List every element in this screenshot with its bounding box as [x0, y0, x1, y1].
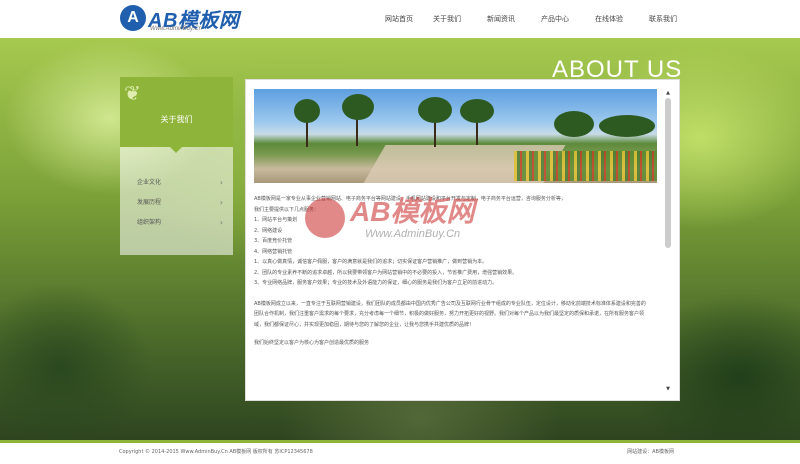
- scrollbar-thumb[interactable]: [665, 98, 671, 248]
- text-line: AB模板网是一家专业从事企业营销网站、电子商务平台等网站建设、手机网站建设和平台…: [254, 196, 566, 202]
- text-line: 2、网络建设: [254, 227, 283, 234]
- sidebar-item-history[interactable]: 发展历程 ›: [120, 193, 233, 213]
- nav-item-news[interactable]: 新闻资讯: [487, 0, 515, 38]
- tree: [460, 99, 494, 123]
- tree: [599, 115, 655, 137]
- sidebar-title: 关于我们: [160, 115, 193, 124]
- sidebar-item-culture[interactable]: 企业文化 ›: [120, 173, 233, 193]
- text-line: 我们主要提供以下几点服务：: [254, 206, 320, 213]
- floral-ornament-icon: ❦: [124, 81, 141, 105]
- site-logo[interactable]: A AB模板网 Www.AdminBuy.Cn: [120, 4, 260, 34]
- text-line: 1、以真心做真情，诚信客户佩服，客户的满意就是我们的追求；切实保证客户营销推广，…: [254, 259, 488, 265]
- nav-item-products[interactable]: 产品中心: [541, 0, 569, 38]
- scroll-up-icon[interactable]: ▲: [665, 90, 671, 96]
- sidebar-header: ❦ 关于我们: [120, 77, 233, 153]
- site-header: A AB模板网 Www.AdminBuy.Cn 网站首页 关于我们 新闻资讯 产…: [0, 0, 800, 38]
- tree: [418, 97, 452, 123]
- nav-item-about[interactable]: 关于我们: [433, 0, 461, 38]
- nav-item-contact[interactable]: 联系我们: [649, 0, 677, 38]
- sidebar-item-label: 企业文化: [137, 179, 162, 186]
- footer-copyright: Copyright © 2014-2015 Www.AdminBuy.Cn AB…: [119, 449, 313, 455]
- sidebar-pointer-icon: [170, 147, 182, 153]
- text-line: 1、网站平台与策划: [254, 217, 298, 223]
- main-nav: 网站首页 关于我们 新闻资讯 产品中心 在线体验 联系我们: [385, 0, 703, 38]
- tree: [554, 111, 594, 137]
- site-footer: Copyright © 2014-2015 Www.AdminBuy.Cn AB…: [0, 440, 800, 464]
- content-panel: AB模板网是一家专业从事企业营销网站、电子商务平台等网站建设、手机网站建设和平台…: [245, 79, 680, 401]
- footer-credit[interactable]: 网站建设：AB模板网: [627, 448, 674, 455]
- text-line: 3、百度竞价托管: [254, 238, 293, 244]
- tree: [294, 99, 320, 123]
- text-paragraph: AB模板网成立以来，一直专注于互联网营销建设，我们团队的成员都由中国内优秀广告公…: [254, 300, 646, 328]
- tree: [342, 94, 374, 120]
- text-line: 我们始终坚定以客户为核心为客户创造最优质的服务: [254, 340, 370, 346]
- sidebar-item-structure[interactable]: 组织架构 ›: [120, 213, 233, 233]
- sidebar-item-label: 组织架构: [137, 219, 162, 226]
- panorama-photo: [254, 89, 657, 183]
- flower-bed: [514, 151, 657, 181]
- text-line: 4、网络营销托管: [254, 248, 293, 255]
- sidebar: ❦ 关于我们 企业文化 › 发展历程 › 组织架构 ›: [120, 77, 233, 255]
- tree-trunk: [306, 119, 308, 147]
- logo-subtitle: Www.AdminBuy.Cn: [150, 26, 202, 32]
- nav-item-home[interactable]: 网站首页: [385, 0, 413, 38]
- text-line: 2、团队的专业素养不断的追求卓越，所以我要带领客户为网站营销中的不必要的投入，节…: [254, 269, 518, 276]
- scroll-down-icon[interactable]: ▼: [665, 386, 671, 392]
- chevron-right-icon: ›: [219, 178, 223, 187]
- chevron-right-icon: ›: [219, 218, 223, 227]
- nav-item-demo[interactable]: 在线体验: [595, 0, 623, 38]
- logo-mark-icon: A: [120, 5, 146, 31]
- chevron-right-icon: ›: [219, 198, 223, 207]
- about-text: AB模板网是一家专业从事企业营销网站、电子商务平台等网站建设、手机网站建设和平台…: [254, 194, 649, 349]
- sidebar-item-label: 发展历程: [137, 199, 162, 206]
- scrollbar[interactable]: ▲ ▼: [665, 90, 671, 392]
- sidebar-list: 企业文化 › 发展历程 › 组织架构 ›: [120, 147, 233, 255]
- text-line: 3、专业网络品牌，服务客户效果；专业的技术及外语能力的保证，细心的服务是我们为客…: [254, 280, 498, 286]
